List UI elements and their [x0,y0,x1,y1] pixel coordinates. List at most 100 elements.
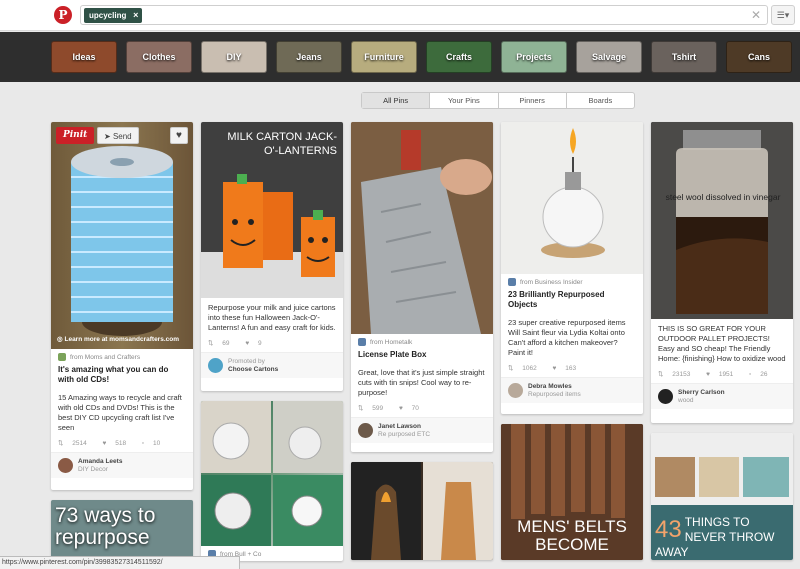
comment-count: ▫ 26 [749,371,768,378]
pin-card[interactable]: from Bull + Co [201,401,343,561]
category-salvage[interactable]: Salvage [576,41,642,73]
pin-card[interactable] [351,462,493,560]
send-button[interactable]: ➤ Send [97,127,139,144]
pin-description: Repurpose your milk and juice cartons in… [208,303,336,332]
category-tshirt[interactable]: Tshirt [651,41,717,73]
comment-icon: ▫ [749,371,754,378]
pin-source[interactable]: from Business Insider [501,274,643,288]
source-label: from Hometalk [370,338,413,346]
learn-more-label: Learn more at momsandcrafters.com [64,336,179,343]
pin-title: 23 Brilliantly Repurposed Objects [508,290,605,309]
pin-image[interactable]: steel wool dissolved in vinegar [651,122,793,319]
pin-owner[interactable]: Debra Mowles Repurposed items [501,377,643,403]
tab-all-pins[interactable]: All Pins [362,93,431,108]
owner-board: Re purposed ETC [378,430,431,438]
category-strip: Ideas Clothes DIY Jeans Furniture Crafts Proje… [0,32,800,82]
category-clothes[interactable]: Clothes [126,41,192,73]
avatar[interactable] [508,383,523,398]
bulb-project-illustration [201,401,343,546]
tab-your-pins[interactable]: Your Pins [430,93,499,108]
pin-overlay-text: MILK CARTON JACK-O'-LANTERNS [227,131,337,157]
search-tag[interactable]: upcycling × [84,8,143,23]
pin-image[interactable] [201,401,343,546]
pin-description: 23 super creative repurposed items Will … [508,318,626,357]
pin-image[interactable] [351,122,493,334]
pin-it-button[interactable]: Pinit [56,127,95,144]
pin-source[interactable]: from Hometalk [351,334,493,348]
like-heart-icon[interactable]: ♥ [170,127,188,144]
tab-boards[interactable]: Boards [567,93,634,108]
pin-card[interactable]: from Hometalk License Plate Box Great, l… [351,122,493,452]
pin-stats: ⇅ 2514 ♥ 518 ▫ 10 [51,438,193,452]
pin-card[interactable]: 73 ways to repurpose [51,500,193,560]
category-cans[interactable]: Cans [726,41,792,73]
remove-tag-icon[interactable]: × [133,8,138,23]
promoter-name: Choose Cartons [228,365,279,373]
avatar[interactable] [358,423,373,438]
send-icon: ➤ [104,132,113,141]
pin-card[interactable]: from Business Insider 23 Brilliantly Rep… [501,122,643,414]
source-icon [358,338,366,346]
menu-button[interactable]: ☰▾ [771,5,795,25]
category-projects[interactable]: Projects [501,41,567,73]
pin-image[interactable] [501,122,643,274]
repin-icon: ⇅ [208,340,216,347]
bulb-oil-lamp-illustration [501,122,643,274]
pin-owner[interactable]: Sherry Carlson wood [651,383,793,409]
repin-count: ⇅ 23153 [658,371,691,378]
like-count: ♥ 1951 [706,371,734,378]
pin-source[interactable]: from Moms and Crafters [51,349,193,363]
overlay-number: 43 [655,516,682,543]
category-ideas[interactable]: Ideas [51,41,117,73]
avatar[interactable] [208,358,223,373]
repin-icon: ⇅ [58,440,66,447]
pin-owner[interactable]: Janet Lawson Re purposed ETC [351,417,493,443]
pin-overlay-text: 43 THINGS TO NEVER THROW AWAY [655,515,789,560]
pin-overlay-text: steel wool dissolved in vinegar [665,192,781,202]
pin-owner[interactable]: Amanda Leets DIY Decor [51,452,193,478]
pin-overlay-text: MENS' BELTS BECOME [517,517,627,554]
send-label: Send [112,132,132,141]
owner-name: Sherry Carlson [678,388,725,396]
source-icon [58,353,66,361]
pin-card[interactable]: MENS' BELTS BECOME [501,424,643,560]
category-furniture[interactable]: Furniture [351,41,417,73]
repin-count: ⇅ 2514 [58,440,87,447]
category-crafts[interactable]: Crafts [426,41,492,73]
heart-icon: ♥ [245,340,251,347]
pin-stats: ⇅ 1062 ♥ 163 [501,363,643,377]
pin-title: It's amazing what you can do with old CD… [58,365,169,384]
wood-stool-illustration [351,462,493,560]
category-jeans[interactable]: Jeans [276,41,342,73]
pinterest-logo[interactable]: P [54,6,72,24]
source-label: from Business Insider [520,278,583,286]
pin-card[interactable]: 43 THINGS TO NEVER THROW AWAY [651,433,793,560]
pin-image[interactable]: MILK CARTON JACK-O'-LANTERNS [201,122,343,298]
pin-card[interactable]: MILK CARTON JACK-O'-LANTERNS Repurpose y… [201,122,343,391]
pin-image[interactable]: Pinit ➤ Send ♥ ◎ Learn more at momsandcr… [51,122,193,349]
top-bar: P upcycling × ✕ ☰▾ [0,0,800,31]
pin-card[interactable]: steel wool dissolved in vinegar THIS IS … [651,122,793,423]
owner-name: Amanda Leets [78,457,123,465]
heart-icon: ♥ [398,405,405,412]
status-url: https://www.pinterest.com/pin/3998352731… [0,556,240,569]
avatar[interactable] [658,389,673,404]
search-input[interactable]: upcycling × ✕ [80,5,768,25]
pin-overlay-text: 73 ways to repurpose [55,504,156,549]
promoted-label: Promoted by [228,357,265,365]
owner-name: Debra Mowles [528,382,572,390]
pin-card[interactable]: Pinit ➤ Send ♥ ◎ Learn more at momsandcr… [51,122,193,490]
pin-description: 15 Amazing ways to recycle and craft wit… [58,393,182,432]
category-diy[interactable]: DIY [201,41,267,73]
owner-board: wood [678,396,694,404]
avatar[interactable] [58,458,73,473]
pin-promoter[interactable]: Promoted by Choose Cartons [201,352,343,378]
jar-illustration [651,122,793,319]
learn-more-link[interactable]: ◎ Learn more at momsandcrafters.com [57,335,179,343]
like-count: ♥ 70 [398,405,419,412]
clear-search-icon[interactable]: ✕ [751,8,761,22]
comment-count: ▫ 10 [141,440,161,447]
license-plate-illustration [351,122,493,334]
pin-title: License Plate Box [358,350,427,359]
tab-pinners[interactable]: Pinners [499,93,567,108]
